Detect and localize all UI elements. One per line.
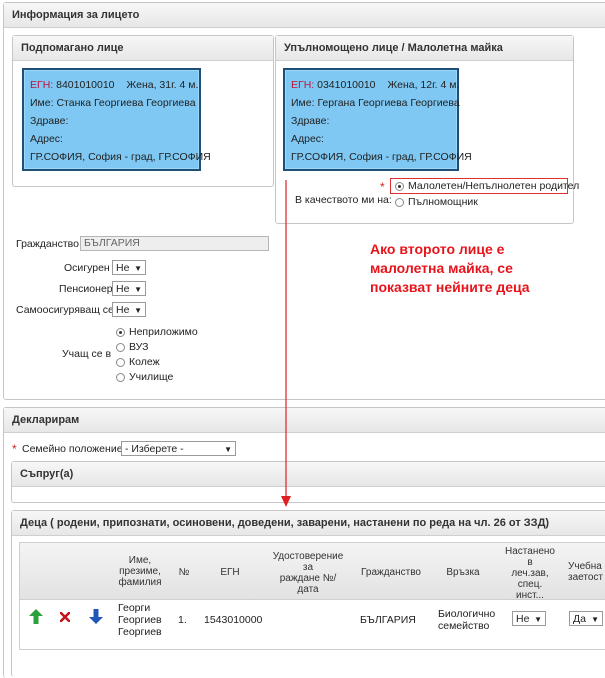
address-value: ГР.СОФИЯ, София - град, ГР.СОФИЯ — [291, 151, 472, 163]
insured-select[interactable]: Не ▼ — [112, 260, 146, 275]
gender-age: Жена, 31г. 4 м. — [126, 79, 199, 91]
egn-value: 8401010010 — [56, 79, 115, 91]
annotation-note: Ако второто лице е малолетна майка, се п… — [370, 240, 530, 297]
radio-proxy-dot[interactable] — [395, 197, 404, 207]
chevron-down-icon: ▼ — [534, 615, 542, 624]
address-label: Адрес: — [30, 133, 63, 145]
row-egn: 1543010000 — [204, 614, 263, 626]
radio-proxy[interactable]: Пълномощник — [395, 195, 478, 209]
annotation-line: Ако второто лице е — [370, 241, 505, 257]
children-table-header: Име, презиме, фамилия № ЕГН Удостоверение з… — [20, 543, 605, 601]
egn-value: 0341010010 — [317, 79, 376, 91]
table-row: Георги Георгиев Георгиев 1. 1543010000 БЪЛ… — [20, 600, 605, 648]
row-relation: Биологично семейство — [438, 608, 496, 632]
egn-label: ЕГН: — [291, 79, 315, 91]
radio-studying-na-label: Неприложимо — [129, 326, 198, 338]
arrow-up-icon[interactable] — [29, 609, 43, 624]
health-label: Здраве: — [291, 115, 330, 127]
row-edu-select[interactable]: Да ▼ — [569, 611, 603, 626]
row-placed-value: Не — [516, 613, 530, 625]
radio-minor-parent[interactable]: Малолетен/Непълнолетен родител — [395, 179, 579, 193]
self-insured-select[interactable]: Не ▼ — [112, 302, 146, 317]
annotation-line: показват нейните деца — [370, 279, 530, 295]
marital-value: - Изберете - — [125, 443, 184, 455]
annotation-line: малолетна майка, се — [370, 260, 513, 276]
row-num: 1. — [178, 614, 187, 626]
col-egn: ЕГН — [220, 567, 240, 578]
radio-studying-university-label: ВУЗ — [129, 341, 149, 353]
pensioner-select[interactable]: Не ▼ — [112, 281, 146, 296]
chevron-down-icon: ▼ — [591, 615, 599, 624]
authorized-person-title: Упълномощено лице / Малолетна майка — [276, 36, 573, 61]
required-mark: * — [380, 180, 385, 194]
chevron-down-icon: ▼ — [134, 306, 142, 315]
chevron-down-icon: ▼ — [224, 445, 232, 454]
name-value: Гергана Георгиева Георгиева — [317, 97, 460, 109]
annotation-arrow — [281, 180, 291, 507]
citizenship-value: БЪЛГАРИЯ — [84, 237, 140, 249]
authorized-person-card: ЕГН: 0341010010 Жена, 12г. 4 м. Име: Герг… — [283, 68, 472, 171]
insured-value: Не — [116, 262, 130, 274]
egn-label: ЕГН: — [30, 79, 54, 91]
radio-minor-parent-dot[interactable] — [395, 181, 404, 191]
supported-person-title: Подпомагано лице — [13, 36, 273, 61]
citizenship-label: Гражданство — [16, 238, 79, 250]
col-num: № — [178, 567, 190, 578]
pensioner-label: Пенсионер — [59, 283, 113, 295]
radio-studying-university-dot[interactable] — [116, 342, 125, 352]
radio-studying-school-label: Училище — [129, 371, 174, 383]
marital-label: Семейно положение — [22, 443, 123, 455]
citizenship-field: БЪЛГАРИЯ — [80, 236, 269, 251]
supported-person-card: ЕГН: 8401010010 Жена, 31г. 4 м. Име: Стан… — [22, 68, 211, 171]
col-citizenship: Гражданство — [361, 567, 421, 578]
row-edu-value: Да — [573, 613, 586, 625]
address-value: ГР.СОФИЯ, София - град, ГР.СОФИЯ — [30, 151, 211, 163]
radio-minor-parent-label: Малолетен/Непълнолетен родител — [408, 180, 580, 192]
arrow-down-icon[interactable] — [89, 609, 103, 624]
col-edu: Учебна заетост — [568, 561, 603, 583]
chevron-down-icon: ▼ — [134, 285, 142, 294]
radio-studying-school-dot[interactable] — [116, 372, 125, 382]
col-placed: Настанено в леч.зав, спец. инст... — [505, 546, 555, 601]
radio-studying-school[interactable]: Училище — [116, 370, 173, 384]
radio-studying-na-dot[interactable] — [116, 327, 125, 337]
address-label: Адрес: — [291, 133, 324, 145]
health-label: Здраве: — [30, 115, 69, 127]
radio-studying-college-label: Колеж — [129, 356, 160, 368]
required-mark: * — [12, 442, 17, 456]
col-relation: Връзка — [446, 567, 480, 578]
row-placed-select[interactable]: Не ▼ — [512, 611, 546, 626]
col-name: Име, презиме, фамилия — [118, 555, 162, 588]
children-table: Име, презиме, фамилия № ЕГН Удостоверение з… — [19, 542, 605, 650]
marital-select[interactable]: - Изберете - ▼ — [121, 441, 236, 456]
pensioner-value: Не — [116, 283, 130, 295]
declare-title: Декларирам — [4, 408, 605, 433]
close-icon[interactable] — [60, 612, 70, 622]
children-title: Деца ( родени, припознати, осиновени, до… — [12, 511, 605, 536]
chevron-down-icon: ▼ — [134, 264, 142, 273]
spouse-panel: Съпруг(а) — [11, 461, 605, 503]
col-birth-cert: Удостоверение за раждане №/дата — [272, 551, 344, 595]
spouse-title: Съпруг(а) — [12, 462, 605, 487]
name-value: Станка Георгиева Георгиева — [56, 97, 196, 109]
insured-label: Осигурен — [64, 262, 110, 274]
person-info-title: Информация за лицето — [4, 3, 605, 28]
radio-studying-college[interactable]: Колеж — [116, 355, 160, 369]
name-label: Име: — [291, 97, 315, 109]
radio-proxy-label: Пълномощник — [408, 196, 478, 208]
radio-studying-university[interactable]: ВУЗ — [116, 340, 148, 354]
self-insured-value: Не — [116, 304, 130, 316]
capacity-label: В качеството ми на: — [295, 194, 392, 206]
row-citizenship: БЪЛГАРИЯ — [360, 614, 416, 626]
radio-studying-college-dot[interactable] — [116, 357, 125, 367]
name-label: Име: — [30, 97, 54, 109]
self-insured-label: Самоосигуряващ се — [16, 304, 114, 316]
row-name: Георги Георгиев Георгиев — [118, 602, 162, 638]
studying-label: Учащ се в — [62, 348, 112, 360]
gender-age: Жена, 12г. 4 м. — [387, 79, 460, 91]
radio-studying-na[interactable]: Неприложимо — [116, 325, 198, 339]
